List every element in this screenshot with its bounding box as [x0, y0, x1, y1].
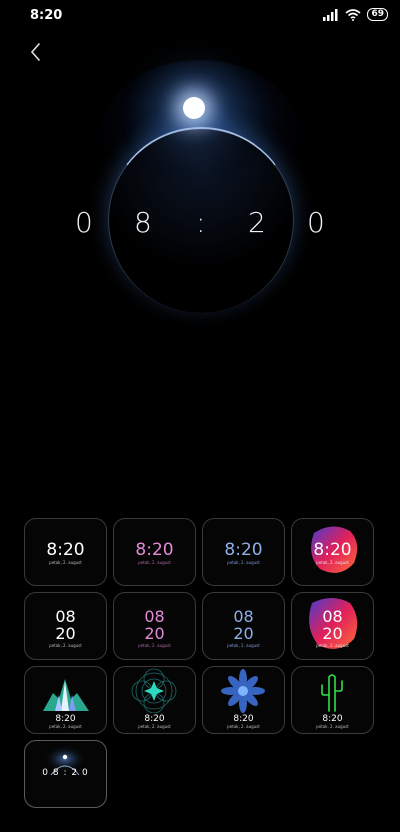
- tile-minute: 20: [322, 624, 343, 643]
- tile-date: petak, 2. august: [49, 724, 82, 729]
- status-time: 8:20: [30, 8, 63, 23]
- battery-indicator: 69: [367, 8, 388, 21]
- preview-colon: :: [196, 206, 206, 239]
- status-icons: 69: [323, 8, 388, 21]
- tile-date: petak, 2. august: [49, 643, 82, 648]
- tile-minute: 20: [144, 624, 165, 643]
- tile-date: petak, 2. august: [138, 560, 171, 565]
- preview-digit: 0: [307, 206, 325, 239]
- clock-style-tile[interactable]: 08 20 petak, 2. august: [202, 592, 285, 660]
- tile-time: 8:20: [55, 714, 76, 724]
- clock-style-tile[interactable]: 8:20 petak, 2. august: [202, 666, 285, 734]
- blue-flower-graphic: [221, 669, 265, 713]
- tile-time: 0 8 : 2 0: [42, 768, 89, 778]
- tile-date: petak, 2. august: [316, 643, 349, 648]
- preview-clock: 0 8 : 2 0: [0, 206, 400, 246]
- tile-date: petak, 2. august: [138, 724, 171, 729]
- tile-date: petak, 2. august: [227, 643, 260, 648]
- tile-minute: 20: [55, 624, 76, 643]
- clock-style-tile[interactable]: 8:20 petak, 2. august: [291, 666, 374, 734]
- tile-hour: 08: [233, 607, 254, 626]
- preview-digit: 8: [134, 206, 152, 239]
- clock-style-tile[interactable]: 8:20 petak, 2. august: [113, 518, 196, 586]
- clock-style-tile[interactable]: 0 8 : 2 0: [24, 740, 107, 808]
- mandala-graphic: [131, 668, 177, 713]
- neon-cactus-graphic: [321, 674, 343, 712]
- tile-time: 8:20: [144, 714, 165, 724]
- tile-date: petak, 2. august: [316, 724, 349, 729]
- status-bar: 8:20 69: [0, 0, 400, 32]
- tile-time: 8:20: [135, 540, 174, 560]
- tile-date: petak, 2. august: [227, 724, 260, 729]
- clock-style-tile[interactable]: 08 20 petak, 2. august: [24, 592, 107, 660]
- wifi-icon: [345, 8, 361, 21]
- tile-time: 8:20: [46, 540, 85, 560]
- crystal-mountain-graphic: [43, 679, 89, 711]
- tile-time: 8:20: [322, 714, 343, 724]
- clock-style-tile[interactable]: 8:20 petak, 2. august: [113, 666, 196, 734]
- tile-date: petak, 2. august: [316, 560, 349, 565]
- clock-style-tile[interactable]: 8:20 petak, 2. august: [202, 518, 285, 586]
- tile-date: petak, 2. august: [138, 643, 171, 648]
- tile-hour: 08: [55, 607, 76, 626]
- tile-minute: 20: [233, 624, 254, 643]
- signal-icon: [323, 8, 338, 21]
- clock-style-tile[interactable]: 8:20 petak, 2. august: [291, 518, 374, 586]
- clock-style-tile[interactable]: 8:20 petak, 2. august: [24, 666, 107, 734]
- clock-style-tile[interactable]: 8:20 petak, 2. august: [24, 518, 107, 586]
- tile-hour: 08: [144, 607, 165, 626]
- tile-time: 8:20: [224, 540, 263, 560]
- tile-date: petak, 2. august: [49, 560, 82, 565]
- tile-hour: 08: [322, 607, 343, 626]
- clock-style-tile[interactable]: 08 20 petak, 2. august: [291, 592, 374, 660]
- tile-date: petak, 2. august: [227, 560, 260, 565]
- sun-orb: [183, 97, 205, 119]
- preview-digit: 2: [248, 206, 266, 239]
- tile-time: 8:20: [313, 540, 352, 560]
- clock-style-preview: [0, 60, 400, 320]
- clock-style-tile[interactable]: 08 20 petak, 2. august: [113, 592, 196, 660]
- tile-time: 8:20: [233, 714, 254, 724]
- preview-digit: 0: [75, 206, 93, 239]
